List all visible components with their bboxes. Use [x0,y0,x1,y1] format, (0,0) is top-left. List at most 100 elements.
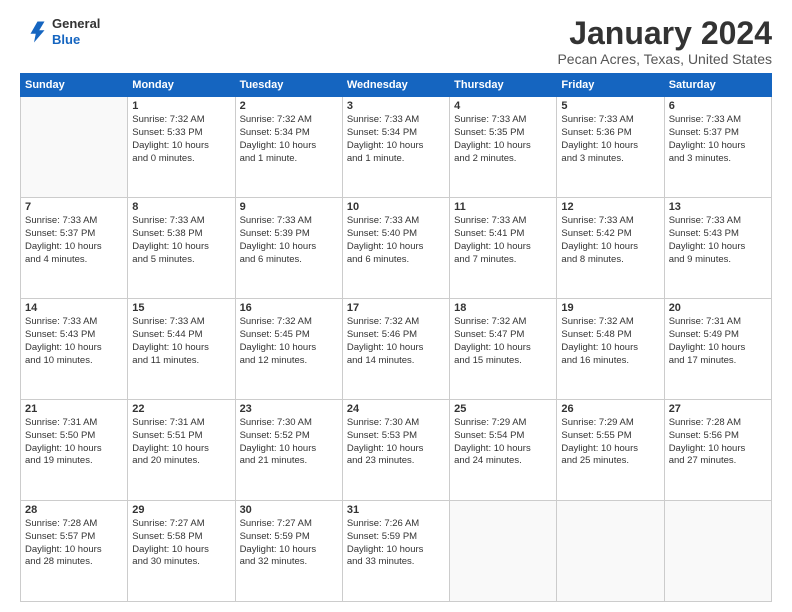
day-content: Sunrise: 7:33 AM Sunset: 5:36 PM Dayligh… [561,114,659,165]
day-content: Sunrise: 7:27 AM Sunset: 5:58 PM Dayligh… [132,518,230,569]
table-row: 16Sunrise: 7:32 AM Sunset: 5:45 PM Dayli… [235,299,342,400]
day-content: Sunrise: 7:33 AM Sunset: 5:43 PM Dayligh… [25,316,123,367]
logo: General Blue [20,16,100,47]
day-content: Sunrise: 7:28 AM Sunset: 5:57 PM Dayligh… [25,518,123,569]
table-row: 10 Sunrise: 7:33 AM Sunset: 5:40 PM Dayli… [342,198,449,299]
day-number: 23 [240,403,338,415]
table-row: 30 Sunrise: 7:27 AM Sunset: 5:59 PM Dayli… [235,501,342,602]
day-content: Sunrise: 7:33 AM Sunset: 5:43 PM Dayligh… [669,215,767,266]
calendar-week-row: 21 Sunrise: 7:31 AM Sunset: 5:50 PM Dayli… [21,400,772,501]
table-row: 27Sunrise: 7:28 AM Sunset: 5:56 PM Dayli… [664,400,771,501]
col-header-thursday: Thursday [450,74,557,97]
title-block: January 2024 Pecan Acres, Texas, United … [557,16,772,67]
table-row: 24 Sunrise: 7:30 AM Sunset: 5:53 PM Dayli… [342,400,449,501]
day-number: 30 [240,504,338,516]
calendar-table: Sunday Monday Tuesday Wednesday Thursday… [20,73,772,602]
table-row: 3 Sunrise: 7:33 AM Sunset: 5:34 PM Daylig… [342,97,449,198]
table-row: 7Sunrise: 7:33 AM Sunset: 5:37 PM Daylig… [21,198,128,299]
page: General Blue January 2024 Pecan Acres, T… [0,0,792,612]
day-content: Sunrise: 7:33 AM Sunset: 5:40 PM Dayligh… [347,215,445,266]
day-content: Sunrise: 7:33 AM Sunset: 5:41 PM Dayligh… [454,215,552,266]
day-number: 9 [240,201,338,213]
day-number: 31 [347,504,445,516]
col-header-saturday: Saturday [664,74,771,97]
col-header-tuesday: Tuesday [235,74,342,97]
day-number: 1 [132,100,230,112]
day-content: Sunrise: 7:33 AM Sunset: 5:35 PM Dayligh… [454,114,552,165]
day-content: Sunrise: 7:31 AM Sunset: 5:49 PM Dayligh… [669,316,767,367]
day-number: 4 [454,100,552,112]
day-number: 26 [561,403,659,415]
table-row: 14 Sunrise: 7:33 AM Sunset: 5:43 PM Dayli… [21,299,128,400]
day-content: Sunrise: 7:26 AM Sunset: 5:59 PM Dayligh… [347,518,445,569]
day-content: Sunrise: 7:27 AM Sunset: 5:59 PM Dayligh… [240,518,338,569]
day-content: Sunrise: 7:33 AM Sunset: 5:44 PM Dayligh… [132,316,230,367]
table-row: 19 Sunrise: 7:32 AM Sunset: 5:48 PM Dayli… [557,299,664,400]
day-content: Sunrise: 7:33 AM Sunset: 5:37 PM Dayligh… [669,114,767,165]
header: General Blue January 2024 Pecan Acres, T… [20,16,772,67]
day-content: Sunrise: 7:32 AM Sunset: 5:47 PM Dayligh… [454,316,552,367]
day-content: Sunrise: 7:33 AM Sunset: 5:42 PM Dayligh… [561,215,659,266]
table-row: 15 Sunrise: 7:33 AM Sunset: 5:44 PM Dayli… [128,299,235,400]
day-content: Sunrise: 7:29 AM Sunset: 5:55 PM Dayligh… [561,417,659,468]
day-number: 7 [25,201,123,213]
day-content: Sunrise: 7:32 AM Sunset: 5:46 PM Dayligh… [347,316,445,367]
day-number: 3 [347,100,445,112]
brand-name: General Blue [52,16,100,47]
calendar-week-row: 14 Sunrise: 7:33 AM Sunset: 5:43 PM Dayli… [21,299,772,400]
table-row: 29 Sunrise: 7:27 AM Sunset: 5:58 PM Dayli… [128,501,235,602]
table-row: 17 Sunrise: 7:32 AM Sunset: 5:46 PM Dayli… [342,299,449,400]
day-number: 15 [132,302,230,314]
table-row: 2Sunrise: 7:32 AM Sunset: 5:34 PM Daylig… [235,97,342,198]
table-row [557,501,664,602]
subtitle: Pecan Acres, Texas, United States [557,51,772,67]
day-number: 21 [25,403,123,415]
day-content: Sunrise: 7:32 AM Sunset: 5:48 PM Dayligh… [561,316,659,367]
table-row: 5 Sunrise: 7:33 AM Sunset: 5:36 PM Daylig… [557,97,664,198]
day-number: 5 [561,100,659,112]
calendar-week-row: 1Sunrise: 7:32 AM Sunset: 5:33 PM Daylig… [21,97,772,198]
day-number: 19 [561,302,659,314]
day-number: 20 [669,302,767,314]
calendar-week-row: 7Sunrise: 7:33 AM Sunset: 5:37 PM Daylig… [21,198,772,299]
table-row: 12Sunrise: 7:33 AM Sunset: 5:42 PM Dayli… [557,198,664,299]
day-number: 6 [669,100,767,112]
col-header-monday: Monday [128,74,235,97]
col-header-friday: Friday [557,74,664,97]
table-row: 1Sunrise: 7:32 AM Sunset: 5:33 PM Daylig… [128,97,235,198]
day-number: 29 [132,504,230,516]
day-number: 17 [347,302,445,314]
day-content: Sunrise: 7:30 AM Sunset: 5:53 PM Dayligh… [347,417,445,468]
day-content: Sunrise: 7:32 AM Sunset: 5:34 PM Dayligh… [240,114,338,165]
day-content: Sunrise: 7:31 AM Sunset: 5:51 PM Dayligh… [132,417,230,468]
day-number: 24 [347,403,445,415]
table-row: 13 Sunrise: 7:33 AM Sunset: 5:43 PM Dayli… [664,198,771,299]
table-row: 26 Sunrise: 7:29 AM Sunset: 5:55 PM Dayli… [557,400,664,501]
day-number: 14 [25,302,123,314]
table-row: 18Sunrise: 7:32 AM Sunset: 5:47 PM Dayli… [450,299,557,400]
table-row: 8 Sunrise: 7:33 AM Sunset: 5:38 PM Daylig… [128,198,235,299]
table-row: 23Sunrise: 7:30 AM Sunset: 5:52 PM Dayli… [235,400,342,501]
day-content: Sunrise: 7:31 AM Sunset: 5:50 PM Dayligh… [25,417,123,468]
day-number: 13 [669,201,767,213]
calendar-header-row: Sunday Monday Tuesday Wednesday Thursday… [21,74,772,97]
day-number: 27 [669,403,767,415]
day-number: 16 [240,302,338,314]
day-content: Sunrise: 7:29 AM Sunset: 5:54 PM Dayligh… [454,417,552,468]
day-number: 28 [25,504,123,516]
day-number: 8 [132,201,230,213]
day-content: Sunrise: 7:33 AM Sunset: 5:38 PM Dayligh… [132,215,230,266]
table-row: 4 Sunrise: 7:33 AM Sunset: 5:35 PM Daylig… [450,97,557,198]
table-row: 11 Sunrise: 7:33 AM Sunset: 5:41 PM Dayli… [450,198,557,299]
day-number: 11 [454,201,552,213]
table-row: 25 Sunrise: 7:29 AM Sunset: 5:54 PM Dayli… [450,400,557,501]
day-number: 22 [132,403,230,415]
table-row: 9Sunrise: 7:33 AM Sunset: 5:39 PM Daylig… [235,198,342,299]
table-row: 21 Sunrise: 7:31 AM Sunset: 5:50 PM Dayli… [21,400,128,501]
table-row [21,97,128,198]
table-row: 6 Sunrise: 7:33 AM Sunset: 5:37 PM Daylig… [664,97,771,198]
main-title: January 2024 [557,16,772,51]
day-number: 25 [454,403,552,415]
day-number: 10 [347,201,445,213]
day-content: Sunrise: 7:33 AM Sunset: 5:34 PM Dayligh… [347,114,445,165]
